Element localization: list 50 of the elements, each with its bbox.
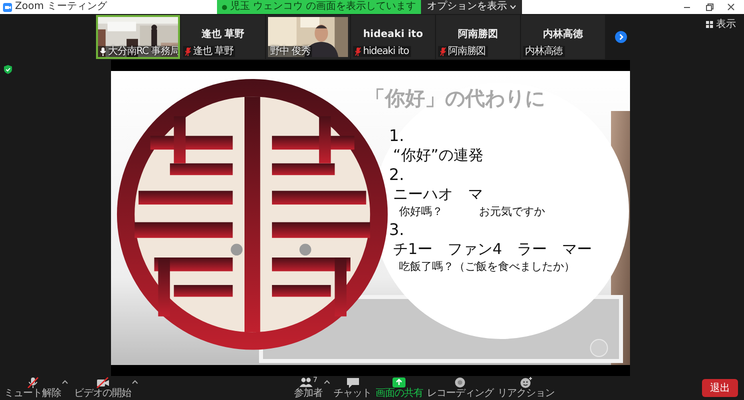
caret-up-icon[interactable] — [62, 380, 68, 384]
caret-up-icon[interactable] — [132, 380, 138, 384]
slide-title: 「你好」の代わりに — [365, 85, 546, 112]
app-logo-icon — [3, 2, 12, 12]
close-icon[interactable] — [726, 2, 736, 12]
participant-name: hideaki ito — [363, 28, 423, 40]
toolbar-button[interactable]: チャット — [334, 376, 372, 400]
participant-label: 阿南勝図 — [448, 46, 486, 57]
participant-label: 大分南RC 事務局 — [108, 46, 178, 57]
slide-text: 吃飯了嗎？（ご飯を食べましたか） — [399, 259, 575, 275]
muted-microphone-icon — [26, 376, 40, 388]
slide-text: ニーハオ マ — [393, 184, 483, 204]
banner-text: 児玉 ウェンコウ の画面を表示しています — [230, 1, 416, 13]
participant-label: 内林高徳 — [525, 46, 563, 57]
restore-icon[interactable] — [704, 2, 714, 12]
people-icon — [299, 376, 314, 388]
grid-icon — [706, 20, 713, 28]
list-number: 2. — [388, 165, 406, 184]
slide-text: 你好嗎？ — [399, 204, 443, 220]
toolbar-button[interactable]: ミュート解除 — [4, 376, 61, 400]
share-screen-icon — [392, 376, 406, 388]
shield-icon — [4, 65, 12, 74]
smiley-icon — [519, 376, 533, 388]
leave-button[interactable]: 退出 — [702, 379, 738, 397]
toolbar-button[interactable]: ビデオの開始 — [74, 376, 131, 400]
status-dot-icon — [222, 4, 227, 10]
view-button[interactable]: 表示 — [706, 17, 736, 31]
page-indicator-icon — [590, 339, 608, 357]
participant-name: 逢也 草野 — [201, 28, 245, 41]
toolbar-button[interactable]: 画面の共有 — [376, 376, 423, 400]
caret-up-icon[interactable] — [324, 380, 330, 384]
slide-text: お元気ですか — [479, 204, 545, 220]
view-options-button[interactable]: オプションを表示 — [421, 0, 522, 14]
toolbar-button[interactable]: リアクション — [498, 376, 554, 400]
participant-label: hideaki ito — [363, 46, 409, 57]
caret-icon — [510, 5, 516, 9]
list-number: 3. — [388, 220, 406, 239]
participant-label: 野中 俊秀 — [270, 46, 310, 57]
participant-label: 逢也 草野 — [193, 46, 234, 57]
list-number: 1. — [388, 126, 406, 145]
window-title: Zoom ミーティング — [15, 1, 108, 13]
slide-text: “你好”の連発 — [393, 145, 484, 165]
slide-text: チ1ー ファン4 ラー マー — [393, 239, 592, 259]
toolbar-button[interactable]: レコーディング — [427, 376, 494, 400]
next-page-button-icon[interactable] — [615, 31, 627, 43]
record-icon — [453, 376, 468, 388]
video-off-icon — [96, 376, 110, 388]
participant-name: 阿南勝図 — [458, 28, 498, 41]
chat-icon — [346, 376, 360, 388]
participant-name: 内林高徳 — [543, 27, 583, 41]
